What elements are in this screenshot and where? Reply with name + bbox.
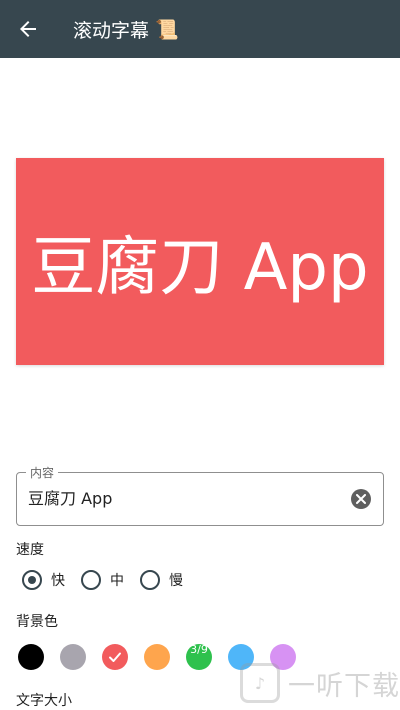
- watermark-logo-icon: ♪: [240, 663, 280, 703]
- marquee-preview: 豆腐刀 App: [16, 158, 384, 365]
- speed-label: 速度: [16, 542, 44, 558]
- check-icon: [109, 652, 121, 662]
- speed-radio-group: 快 中 慢: [22, 570, 199, 590]
- marquee-text: 豆腐刀 App: [31, 230, 369, 305]
- speed-option-label: 中: [110, 573, 124, 589]
- speed-option-label: 快: [51, 573, 65, 589]
- radio-checked-icon: [22, 570, 42, 590]
- color-swatch-green[interactable]: 3/9: [186, 643, 212, 670]
- speed-option-label: 慢: [169, 573, 183, 589]
- color-swatch-orange[interactable]: [144, 644, 170, 670]
- color-swatch-black[interactable]: [18, 644, 44, 670]
- speed-option-medium[interactable]: 中: [81, 570, 124, 590]
- speed-option-slow[interactable]: 慢: [140, 570, 183, 590]
- arrow-back-icon: [20, 21, 36, 37]
- speed-option-fast[interactable]: 快: [22, 570, 65, 590]
- color-swatch-gray[interactable]: [60, 644, 86, 670]
- page-title-text: 滚动字幕: [73, 19, 150, 42]
- font-size-label: 文字大小: [16, 693, 72, 709]
- content-field[interactable]: 内容: [16, 464, 384, 526]
- clear-circle-icon: [356, 494, 366, 504]
- clear-button[interactable]: [351, 489, 371, 509]
- scroll-icon: 📜: [155, 18, 179, 41]
- radio-unchecked-icon: [140, 570, 160, 590]
- app-bar: 滚动字幕 📜: [0, 0, 400, 58]
- radio-unchecked-icon: [81, 570, 101, 590]
- content-input[interactable]: [28, 473, 328, 525]
- watermark: ♪ 一听下载: [240, 663, 400, 703]
- background-color-label: 背景色: [16, 614, 58, 630]
- swatch-badge: 3/9: [190, 643, 208, 656]
- back-button[interactable]: [0, 0, 56, 58]
- page-title: 滚动字幕 📜: [73, 16, 179, 43]
- color-swatch-red[interactable]: [102, 644, 128, 670]
- watermark-text: 一听下载: [288, 670, 400, 702]
